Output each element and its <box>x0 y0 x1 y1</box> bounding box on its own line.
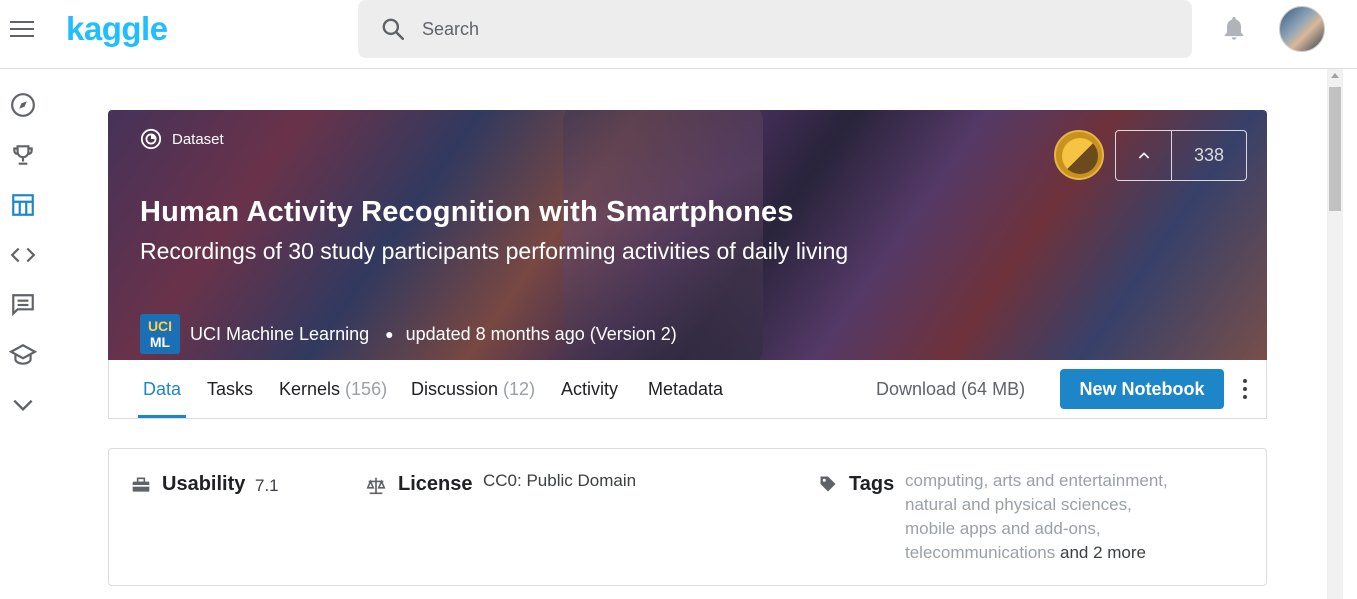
hamburger-menu-icon[interactable] <box>10 15 38 43</box>
more-options-icon[interactable] <box>1240 379 1250 399</box>
usability-label: Usability <box>162 473 246 495</box>
top-bar: kaggle <box>0 0 1357 69</box>
license-label: License <box>398 473 473 495</box>
discussion-icon[interactable] <box>9 291 37 319</box>
dataset-type-label: Dataset <box>172 130 224 148</box>
dataset-type: Dataset <box>140 128 224 150</box>
tag-link[interactable]: computing <box>905 471 983 490</box>
owner-logo[interactable]: UCI ML <box>140 314 180 354</box>
dataset-icon <box>140 128 162 150</box>
dataset-hero-banner: Dataset 338 Human Activity Recognition w… <box>108 110 1267 360</box>
upvote-count: 338 <box>1193 145 1225 165</box>
updated-text: updated 8 months ago (Version 2) <box>405 323 677 344</box>
user-avatar[interactable] <box>1279 6 1325 52</box>
license-value: CC0: Public Domain <box>483 471 637 490</box>
dataset-subtitle: Recordings of 30 study participants perf… <box>140 238 849 264</box>
tab-activity[interactable]: Activity <box>561 379 618 400</box>
download-button[interactable]: Download (64 MB) <box>876 379 1025 400</box>
dataset-owner-row: UCI ML UCI Machine Learning ● updated 8 … <box>140 314 677 354</box>
active-tab-indicator <box>138 415 186 418</box>
dataset-title: Human Activity Recognition with Smartpho… <box>140 196 794 228</box>
notifications-bell-icon[interactable] <box>1220 14 1248 42</box>
tag-link[interactable]: mobile apps and add-ons <box>905 519 1096 538</box>
upvote-button[interactable] <box>1116 131 1172 180</box>
tab-metadata[interactable]: Metadata <box>648 379 723 400</box>
trophy-icon[interactable] <box>9 141 37 169</box>
dataset-tab-bar: Data Tasks Kernels (156) Discussion (12)… <box>108 360 1267 419</box>
search-input[interactable] <box>422 14 1162 44</box>
usability-value: 7.1 <box>255 476 279 495</box>
gold-medal-icon <box>1054 130 1104 180</box>
more-tags-link[interactable]: and 2 more <box>1060 543 1146 562</box>
tags-list: computing, arts and entertainment, natur… <box>905 471 1168 562</box>
courses-icon[interactable] <box>9 341 37 369</box>
scroll-up-arrow-icon[interactable] <box>1331 73 1339 78</box>
separator-dot: ● <box>385 326 394 342</box>
upvote-widget: 338 <box>1115 130 1247 181</box>
chevron-down-icon[interactable] <box>9 391 37 419</box>
tab-discussion[interactable]: Discussion (12) <box>411 379 535 400</box>
tag-link[interactable]: natural and physical sciences <box>905 495 1127 514</box>
table-icon[interactable] <box>9 191 37 219</box>
compass-icon[interactable] <box>9 91 37 119</box>
tab-data[interactable]: Data <box>143 379 181 400</box>
dataset-info-card: Usability 7.1 License CC0: Public Domain… <box>108 448 1267 586</box>
tag-link[interactable]: arts and entertainment <box>993 471 1163 490</box>
search-icon <box>382 18 405 41</box>
scale-icon <box>366 477 386 495</box>
tags-label: Tags <box>849 473 895 495</box>
kaggle-logo[interactable]: kaggle <box>66 10 168 48</box>
chevron-up-icon <box>1138 151 1149 159</box>
tab-tasks[interactable]: Tasks <box>207 379 253 400</box>
owner-name-link[interactable]: UCI Machine Learning <box>190 324 369 345</box>
code-icon[interactable] <box>9 241 37 269</box>
tag-link[interactable]: telecommunications <box>905 543 1055 562</box>
new-notebook-button[interactable]: New Notebook <box>1060 369 1224 409</box>
search-bar[interactable] <box>358 0 1192 58</box>
toolbox-icon <box>132 477 150 492</box>
tab-kernels[interactable]: Kernels (156) <box>279 379 387 400</box>
tag-icon <box>820 476 836 492</box>
scroll-thumb[interactable] <box>1329 87 1341 211</box>
page-scrollbar[interactable] <box>1327 69 1343 599</box>
